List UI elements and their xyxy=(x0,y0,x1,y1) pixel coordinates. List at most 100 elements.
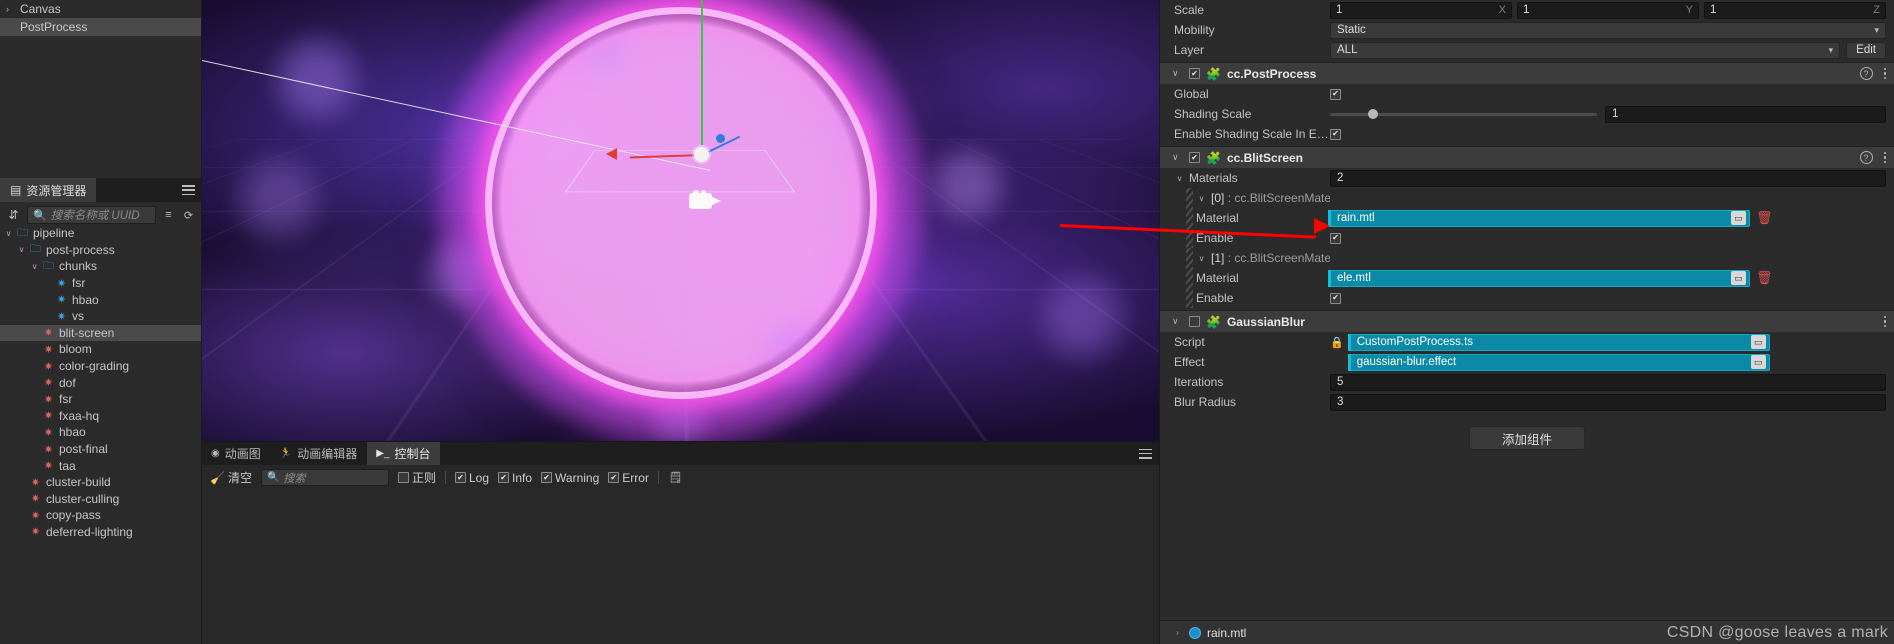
browse-icon[interactable]: ▭ xyxy=(1750,335,1766,349)
trash-icon[interactable]: 🗑 xyxy=(1756,270,1773,286)
asset-tree-item-hbao[interactable]: ✷ hbao xyxy=(0,291,201,308)
console-filter-info[interactable]: Info xyxy=(498,471,532,485)
camera-icon[interactable] xyxy=(689,190,722,211)
chevron-down-icon[interactable]: ∨ xyxy=(15,245,28,254)
gizmo-axis-y[interactable] xyxy=(701,0,703,145)
layer-edit-button[interactable]: Edit xyxy=(1846,41,1886,59)
material-entry-1-header[interactable]: ∨ [1] : cc.BlitScreenMaterial xyxy=(1160,248,1894,268)
shading-scale-input[interactable]: 1 xyxy=(1605,105,1886,123)
layer-dropdown[interactable]: ALL ▾ xyxy=(1330,41,1841,59)
asset-tree-item-post-final[interactable]: ✷ post-final xyxy=(0,441,201,458)
scene-viewport[interactable] xyxy=(202,0,1159,441)
effect-icon: ✷ xyxy=(56,310,67,323)
console-search-input[interactable]: 🔍 搜索 xyxy=(260,469,389,486)
transform-gizmo[interactable] xyxy=(606,0,741,177)
help-icon[interactable]: ? xyxy=(1859,151,1873,164)
blitscreen-enable-checkbox[interactable] xyxy=(1189,152,1200,163)
kebab-icon[interactable] xyxy=(1883,315,1886,328)
chevron-down-icon[interactable]: ∨ xyxy=(28,262,41,271)
tab-assets[interactable]: ▤ 资源管理器 xyxy=(0,178,98,202)
chevron-right-icon[interactable]: › xyxy=(1172,628,1183,637)
material-0-enable-checkbox[interactable] xyxy=(1330,232,1341,244)
hierarchy-item-postprocess[interactable]: PostProcess xyxy=(0,18,201,36)
enable-shading-scale-checkbox[interactable] xyxy=(1330,128,1341,140)
help-icon[interactable]: ? xyxy=(1859,67,1873,80)
component-header-gaussianblur[interactable]: ∨ 🧩 GaussianBlur xyxy=(1160,310,1894,332)
array-hatch xyxy=(1186,188,1193,248)
slider-knob[interactable] xyxy=(1367,109,1378,119)
asset-tree-item-fxaa-hq[interactable]: ✷ fxaa-hq xyxy=(0,408,201,425)
refresh-icon[interactable]: ⟳ xyxy=(181,209,196,222)
scale-y-input[interactable]: 1 Y xyxy=(1517,1,1699,19)
iterations-input[interactable]: 5 xyxy=(1330,373,1886,391)
material-entry-0-header[interactable]: ∨ [0] : cc.BlitScreenMaterial xyxy=(1160,188,1894,208)
chevron-right-icon[interactable]: › xyxy=(6,4,20,14)
hamburger-icon[interactable] xyxy=(182,185,195,195)
postprocess-enable-checkbox[interactable] xyxy=(1189,68,1200,79)
gizmo-center-handle[interactable] xyxy=(694,147,709,162)
browse-icon[interactable]: ▭ xyxy=(1731,271,1746,285)
asset-tree-item-bloom[interactable]: ✷ bloom xyxy=(0,341,201,358)
chevron-down-icon[interactable]: ∨ xyxy=(1196,194,1207,203)
asset-tree-item-color-grading[interactable]: ✷ color-grading xyxy=(0,358,201,375)
chevron-down-icon[interactable]: ∨ xyxy=(1196,254,1207,263)
component-header-postprocess[interactable]: ∨ 🧩 cc.PostProcess ? xyxy=(1160,62,1894,84)
scale-x-input[interactable]: 1 X xyxy=(1330,1,1512,19)
hierarchy-item-canvas[interactable]: › Canvas xyxy=(0,0,201,18)
sort-icon[interactable]: ⇵ xyxy=(5,207,22,223)
material-1-asset-input[interactable]: ele.mtl ▭ xyxy=(1328,269,1750,287)
asset-tree-item-hbao[interactable]: ✷ hbao xyxy=(0,424,201,441)
browse-icon[interactable]: ▭ xyxy=(1731,211,1746,225)
component-header-blitscreen[interactable]: ∨ 🧩 cc.BlitScreen ? xyxy=(1160,146,1894,168)
asset-tree-item-blit-screen[interactable]: ✷ blit-screen xyxy=(0,324,201,342)
regex-checkbox[interactable]: 正则 xyxy=(397,469,436,486)
enable-shading-scale-label: Enable Shading Scale In Edit... xyxy=(1174,127,1330,141)
console-filter-warning[interactable]: Warning xyxy=(541,471,599,485)
material-1-enable-checkbox[interactable] xyxy=(1330,292,1341,304)
global-label: Global xyxy=(1174,87,1209,101)
asset-search-input[interactable]: 🔍 搜索名称或 UUID xyxy=(27,206,156,224)
browse-icon[interactable]: ▭ xyxy=(1750,355,1766,369)
asset-tree-item-cluster-build[interactable]: ✷ cluster-build xyxy=(0,474,201,491)
asset-tree-item-deferred-lighting[interactable]: ✷ deferred-lighting xyxy=(0,524,201,541)
asset-tree-item-fsr[interactable]: ✷ fsr xyxy=(0,275,201,292)
asset-tree-item-cluster-culling[interactable]: ✷ cluster-culling xyxy=(0,491,201,508)
asset-tree-item-vs[interactable]: ✷ vs xyxy=(0,308,201,325)
console-filter-error[interactable]: Error xyxy=(608,471,649,485)
script-asset-input[interactable]: CustomPostProcess.ts ▭ xyxy=(1347,333,1770,351)
console-filter-log[interactable]: Log xyxy=(454,471,489,485)
asset-tree-item-post-process[interactable]: ∨ 🗀 post-process xyxy=(0,242,201,259)
export-icon[interactable]: 🗒 xyxy=(668,471,683,484)
material-0-asset-input[interactable]: rain.mtl ▭ xyxy=(1328,209,1750,227)
chevron-down-icon[interactable]: ∨ xyxy=(1172,316,1183,327)
trash-icon[interactable]: 🗑 xyxy=(1756,210,1773,226)
console-tab-1[interactable]: 🏃 动画编辑器 xyxy=(270,442,368,465)
asset-tree-item-fsr[interactable]: ✷ fsr xyxy=(0,391,201,408)
blur-radius-input[interactable]: 3 xyxy=(1330,393,1886,411)
effect-icon: ✷ xyxy=(56,277,67,290)
scale-z-input[interactable]: 1 Z xyxy=(1704,1,1886,19)
chevron-down-icon[interactable]: ∨ xyxy=(1174,174,1185,183)
console-tab-2[interactable]: ◉ 动画图 xyxy=(202,442,271,465)
materials-count-input[interactable]: 2 xyxy=(1330,169,1886,187)
effect-asset-input[interactable]: gaussian-blur.effect ▭ xyxy=(1347,353,1770,371)
asset-tree-item-chunks[interactable]: ∨ 🗀 chunks xyxy=(0,258,201,275)
chevron-down-icon[interactable]: ∨ xyxy=(2,229,15,238)
gaussianblur-enable-checkbox[interactable] xyxy=(1189,316,1200,327)
kebab-icon[interactable] xyxy=(1883,151,1886,164)
animation-editor-icon: 🏃 xyxy=(279,448,293,459)
asset-tree-item-dof[interactable]: ✷ dof xyxy=(0,374,201,391)
console-tab-0[interactable]: ▶_ 控制台 xyxy=(367,442,441,465)
console-hamburger-icon[interactable] xyxy=(1139,448,1152,459)
clear-console-button[interactable]: 🧹 清空 xyxy=(210,469,252,486)
global-checkbox[interactable] xyxy=(1330,88,1341,100)
filter-icon[interactable]: ≡ xyxy=(161,209,176,221)
mobility-dropdown[interactable]: Static ▾ xyxy=(1330,21,1886,39)
shading-scale-slider[interactable] xyxy=(1330,109,1597,119)
add-component-button[interactable]: 添加组件 xyxy=(1469,426,1585,450)
asset-tree-item-taa[interactable]: ✷ taa xyxy=(0,457,201,474)
chevron-down-icon[interactable]: ∨ xyxy=(1172,152,1183,163)
kebab-icon[interactable] xyxy=(1883,67,1886,80)
asset-tree-item-copy-pass[interactable]: ✷ copy-pass xyxy=(0,507,201,524)
chevron-down-icon[interactable]: ∨ xyxy=(1172,68,1183,79)
